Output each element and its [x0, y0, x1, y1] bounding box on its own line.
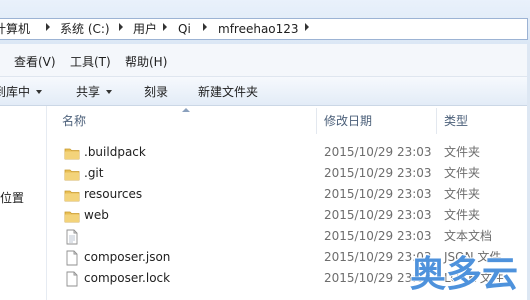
- file-type: 文件夹: [444, 145, 481, 159]
- folder-icon: [64, 211, 80, 223]
- address-bar-area: 计算机 系统 (C:) 用户 Qi mfreehao123: [0, 0, 530, 44]
- folder-icon: [64, 169, 80, 181]
- address-breadcrumb[interactable]: 计算机 系统 (C:) 用户 Qi mfreehao123: [0, 18, 528, 40]
- folder-icon: [64, 190, 80, 202]
- file-icon: [66, 271, 78, 287]
- column-header-name[interactable]: 名称: [62, 112, 86, 130]
- file-type: 文本文档: [444, 229, 493, 243]
- crumb-users[interactable]: 用户: [133, 21, 157, 37]
- watermark-logo: 奥多云: [409, 253, 519, 296]
- text-document-icon: [66, 229, 78, 245]
- menu-tools[interactable]: 工具(T): [70, 54, 111, 70]
- command-toolbar: 到库中 共享 刻录 新建文件夹: [0, 77, 530, 106]
- file-row[interactable]: .buildpack 2015/10/29 23:03 文件夹: [48, 142, 530, 163]
- crumb-mfreehao123[interactable]: mfreehao123: [218, 21, 299, 37]
- include-in-library-button[interactable]: 到库中: [0, 84, 43, 100]
- breadcrumb-separator-icon[interactable]: [305, 23, 309, 31]
- file-type: 文件夹: [444, 166, 481, 180]
- column-header-date-modified[interactable]: 修改日期: [324, 112, 372, 130]
- sort-ascending-icon: [182, 108, 190, 112]
- pane-divider[interactable]: [46, 106, 47, 300]
- file-name: composer.lock: [84, 271, 171, 285]
- file-date: 2015/10/29 23:03: [324, 229, 432, 243]
- folder-icon: [64, 148, 80, 160]
- file-row[interactable]: web 2015/10/29 23:03 文件夹: [48, 205, 530, 226]
- menu-help[interactable]: 帮助(H): [125, 54, 167, 70]
- file-icon: [66, 250, 78, 266]
- column-header-type[interactable]: 类型: [444, 112, 468, 130]
- share-button[interactable]: 共享: [76, 84, 113, 100]
- crumb-drive-c[interactable]: 系统 (C:): [60, 21, 110, 37]
- crumb-computer[interactable]: 计算机: [0, 21, 30, 37]
- menu-view[interactable]: 查看(V): [14, 54, 56, 70]
- chevron-down-icon: [106, 90, 113, 94]
- new-folder-button[interactable]: 新建文件夹: [198, 84, 258, 100]
- file-type: 文件夹: [444, 187, 481, 201]
- nav-item-locations[interactable]: 位置: [0, 190, 24, 206]
- include-in-library-label: 到库中: [0, 85, 31, 99]
- file-date: 2015/10/29 23:03: [324, 208, 432, 222]
- file-type: 文件夹: [444, 208, 481, 222]
- column-divider[interactable]: [436, 108, 437, 134]
- file-row[interactable]: resources 2015/10/29 23:03 文件夹: [48, 184, 530, 205]
- crumb-qi[interactable]: Qi: [178, 21, 191, 37]
- column-divider[interactable]: [316, 108, 317, 134]
- breadcrumb-separator-icon[interactable]: [46, 23, 50, 31]
- file-date: 2015/10/29 23:03: [324, 187, 432, 201]
- file-date: 2015/10/29 23:03: [324, 145, 432, 159]
- file-name: resources: [84, 187, 143, 201]
- breadcrumb-separator-icon[interactable]: [119, 23, 123, 31]
- file-date: 2015/10/29 23:03: [324, 166, 432, 180]
- burn-button[interactable]: 刻录: [144, 84, 168, 100]
- breadcrumb-separator-icon[interactable]: [163, 23, 167, 31]
- menu-bar: 查看(V) 工具(T) 帮助(H): [0, 44, 530, 77]
- file-name: .git: [84, 166, 104, 180]
- share-label: 共享: [76, 85, 101, 99]
- file-name: composer.json: [84, 250, 171, 264]
- chevron-down-icon: [36, 90, 43, 94]
- breadcrumb-separator-icon[interactable]: [203, 23, 207, 31]
- file-row[interactable]: .git 2015/10/29 23:03 文件夹: [48, 163, 530, 184]
- file-name: web: [84, 208, 109, 222]
- watermark-text: 奥多云: [410, 254, 518, 295]
- file-name: .buildpack: [84, 145, 146, 159]
